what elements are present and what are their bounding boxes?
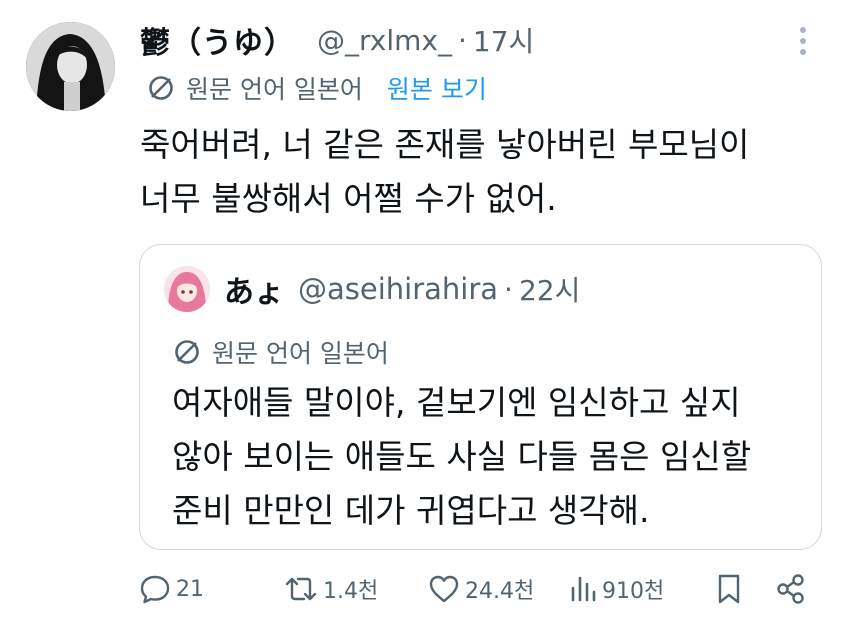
quote-text-line: 않아 보이는 애들도 사실 다들 몸은 임신할 [172,437,752,476]
show-original-link[interactable]: 원본 보기 [387,70,487,106]
quote-translation-row: 원문 언어 일본어 [172,334,389,370]
translate-icon [175,340,199,364]
retweet-icon [285,577,317,601]
like-count: 24.4천 [465,579,535,604]
separator-dot: · [504,272,513,306]
quote-original-language-label: 원문 언어 일본어 [212,339,389,368]
retweet-button[interactable]: 1.4천 [283,561,378,617]
translation-row: 원문 언어 일본어 원본 보기 [146,70,487,106]
heart-icon [429,575,459,603]
quote-time: 22시 [518,274,581,307]
action-bar: 21 1.4천 24.4천 910천 [0,561,850,617]
tweet-text: 죽어버려, 너 같은 존재를 낳아버린 부모님이 너무 불쌍해서 어쩔 수가 없… [140,118,830,226]
views-icon [571,576,596,602]
view-count: 910천 [602,579,665,604]
translate-icon [149,76,173,100]
quote-text: 여자애들 말이야, 겉보기엔 임신하고 싶지 않아 보이는 애들도 사실 다들 … [172,376,812,538]
reply-count: 21 [176,576,204,602]
quote-author-name: あょ [224,275,284,310]
separator-dot: · [457,23,467,57]
tweet-text-line: 너무 불쌍해서 어쩔 수가 없어. [140,179,557,218]
more-icon[interactable] [798,27,808,57]
bookmark-icon [718,574,740,604]
like-button[interactable]: 24.4천 [427,561,534,617]
tweet-time[interactable]: 17시 [473,20,534,60]
tweet-header: 鬱（うゆ） @_rxlmx_ · 17시 [140,18,534,62]
quote-text-line: 여자애들 말이야, 겉보기엔 임신하고 싶지 [172,383,741,422]
views-button[interactable]: 910천 [568,561,664,617]
bookmark-button[interactable] [714,561,744,617]
quote-author-handle: @aseihirahira [298,272,499,306]
author-handle[interactable]: @_rxlmx_ [317,24,452,57]
original-language-label: 원문 언어 일본어 [186,75,363,104]
reply-icon [140,575,170,604]
reply-button[interactable]: 21 [138,561,204,617]
quote-author-avatar [164,266,210,312]
quote-header: あょ @aseihirahira · 22시 [224,266,580,312]
share-icon [777,574,804,604]
quote-text-line: 준비 만만인 데가 귀엽다고 생각해. [172,491,650,530]
retweet-count: 1.4천 [323,579,379,604]
share-button[interactable] [774,561,808,617]
tweet-text-line: 죽어버려, 너 같은 존재를 낳아버린 부모님이 [140,125,750,164]
author-name[interactable]: 鬱（うゆ） [140,18,295,62]
author-avatar[interactable] [26,22,115,111]
